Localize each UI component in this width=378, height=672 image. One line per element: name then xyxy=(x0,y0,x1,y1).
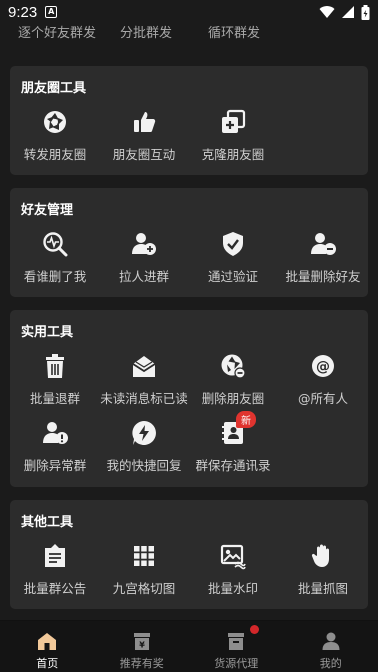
tool-quick-reply[interactable]: 我的快捷回复 xyxy=(99,419,189,474)
tab-label: 首页 xyxy=(36,657,59,670)
tool-pass-verification[interactable]: 通过验证 xyxy=(188,230,278,285)
tool-one-by-one-send[interactable]: 逐个好友群发 xyxy=(18,22,96,41)
tool-mark-unread-read[interactable]: 未读消息标已读 xyxy=(99,352,189,407)
other-tools-card: 其他工具 批量群公告 九宫格切图 批量水印 批量抓图 xyxy=(10,500,368,609)
shutter-icon xyxy=(44,111,66,133)
open-envelope-icon xyxy=(132,356,156,377)
new-badge: 新 xyxy=(236,411,256,428)
tool-pull-into-group[interactable]: 拉人进群 xyxy=(99,230,189,285)
user-minus-icon xyxy=(311,233,336,255)
tool-label: @所有人 xyxy=(297,391,348,406)
lightning-bubble-icon xyxy=(132,421,156,445)
tool-label: 批量群公告 xyxy=(23,581,87,596)
tool-clone-moments[interactable]: 克隆朋友圈 xyxy=(188,108,278,163)
tab-label: 货源代理 xyxy=(214,657,259,670)
moments-tools-card: 朋友圈工具 转发朋友圈 朋友圈互动 克隆朋友圈 xyxy=(10,66,368,175)
friend-management-card: 好友管理 看谁删了我 拉人进群 通过验证 批量删除好友 xyxy=(10,188,368,297)
tool-label: 删除朋友圈 xyxy=(201,391,265,406)
tool-label: 批量抓图 xyxy=(297,581,348,596)
pull-person-icon xyxy=(132,233,156,255)
tool-label: 删除异常群 xyxy=(23,458,87,473)
store-box-icon xyxy=(228,633,245,650)
tool-label: 克隆朋友圈 xyxy=(201,147,265,162)
tool-label: 未读消息标已读 xyxy=(100,391,188,406)
svg-text:@: @ xyxy=(316,359,330,375)
tool-label: 通过验证 xyxy=(207,269,258,284)
tool-moments-interaction[interactable]: 朋友圈互动 xyxy=(99,108,189,163)
tool-delete-moments[interactable]: 删除朋友圈 xyxy=(188,352,278,407)
tab-mine[interactable]: 我的 xyxy=(284,621,378,672)
status-right xyxy=(319,4,370,20)
trash-icon xyxy=(46,354,64,378)
svg-text:¥: ¥ xyxy=(139,641,145,650)
user-warning-icon xyxy=(43,422,68,444)
tool-label: 拉人进群 xyxy=(118,269,169,284)
tool-label: 九宫格切图 xyxy=(112,581,176,596)
tool-batch-quit-groups[interactable]: 批量退群 xyxy=(10,352,100,407)
at-icon: @ xyxy=(312,355,334,377)
section-title: 其他工具 xyxy=(21,515,74,530)
tool-loop-send[interactable]: 循环群发 xyxy=(208,22,260,41)
bottom-tab-bar: 首页 ¥ 推荐有奖 货源代理 我的 xyxy=(0,620,378,672)
utility-tools-card: 实用工具 批量退群 未读消息标已读 删除朋友圈 @ @所有人 删除异常群 我的快… xyxy=(10,310,368,487)
tool-label: 朋友圈互动 xyxy=(112,147,176,162)
tool-batch-group-announcement[interactable]: 批量群公告 xyxy=(10,542,100,597)
battery-icon xyxy=(361,4,370,20)
tab-recommend-reward[interactable]: ¥ 推荐有奖 xyxy=(95,621,190,672)
notification-a-icon: A xyxy=(45,6,58,18)
tool-label: 我的快捷回复 xyxy=(106,458,182,473)
section-title: 朋友圈工具 xyxy=(21,81,87,96)
shield-check-icon xyxy=(223,232,243,256)
image-watermark-icon xyxy=(220,544,246,570)
signal-icon xyxy=(342,6,354,18)
clone-add-icon xyxy=(222,109,246,133)
profile-icon xyxy=(322,632,340,650)
tab-supply-agent[interactable]: 货源代理 xyxy=(189,621,284,672)
grab-hand-icon xyxy=(311,544,329,567)
tool-label: 批量水印 xyxy=(207,581,258,596)
shutter-delete-icon xyxy=(221,354,246,379)
tool-batch-grab-images[interactable]: 批量抓图 xyxy=(278,542,368,597)
status-time: 9:23 xyxy=(8,3,38,21)
tab-home[interactable]: 首页 xyxy=(0,621,95,672)
grid-icon xyxy=(134,546,154,566)
tool-who-deleted-me[interactable]: 看谁删了我 xyxy=(10,230,100,285)
section-title: 好友管理 xyxy=(21,203,74,218)
tool-label: 批量删除好友 xyxy=(285,269,361,284)
tool-label: 转发朋友圈 xyxy=(23,147,87,162)
thumbs-up-icon xyxy=(134,112,156,132)
tool-save-groups-to-contacts[interactable]: 新 群保存通讯录 xyxy=(188,411,278,474)
home-icon xyxy=(38,633,57,650)
tool-label: 看谁删了我 xyxy=(23,269,87,284)
section-title: 实用工具 xyxy=(21,325,74,340)
tool-delete-abnormal-groups[interactable]: 删除异常群 xyxy=(10,419,100,474)
notification-dot xyxy=(250,625,259,634)
tool-forward-moments[interactable]: 转发朋友圈 xyxy=(10,108,100,163)
tool-mention-all[interactable]: @ @所有人 xyxy=(278,352,368,407)
search-pulse-icon xyxy=(43,232,68,257)
tool-label: 批量退群 xyxy=(29,391,80,406)
tool-batch-send[interactable]: 分批群发 xyxy=(120,22,172,41)
tab-label: 我的 xyxy=(319,657,342,670)
announcement-icon xyxy=(45,544,65,567)
reward-box-icon: ¥ xyxy=(133,633,150,650)
status-bar: 9:23 A xyxy=(0,0,378,24)
wifi-icon xyxy=(319,6,335,19)
tab-label: 推荐有奖 xyxy=(119,657,164,670)
tool-batch-watermark[interactable]: 批量水印 xyxy=(188,542,278,597)
tool-label: 群保存通讯录 xyxy=(195,458,271,473)
tool-nine-grid-cut[interactable]: 九宫格切图 xyxy=(99,542,189,597)
tool-batch-delete-friends[interactable]: 批量删除好友 xyxy=(278,230,368,285)
